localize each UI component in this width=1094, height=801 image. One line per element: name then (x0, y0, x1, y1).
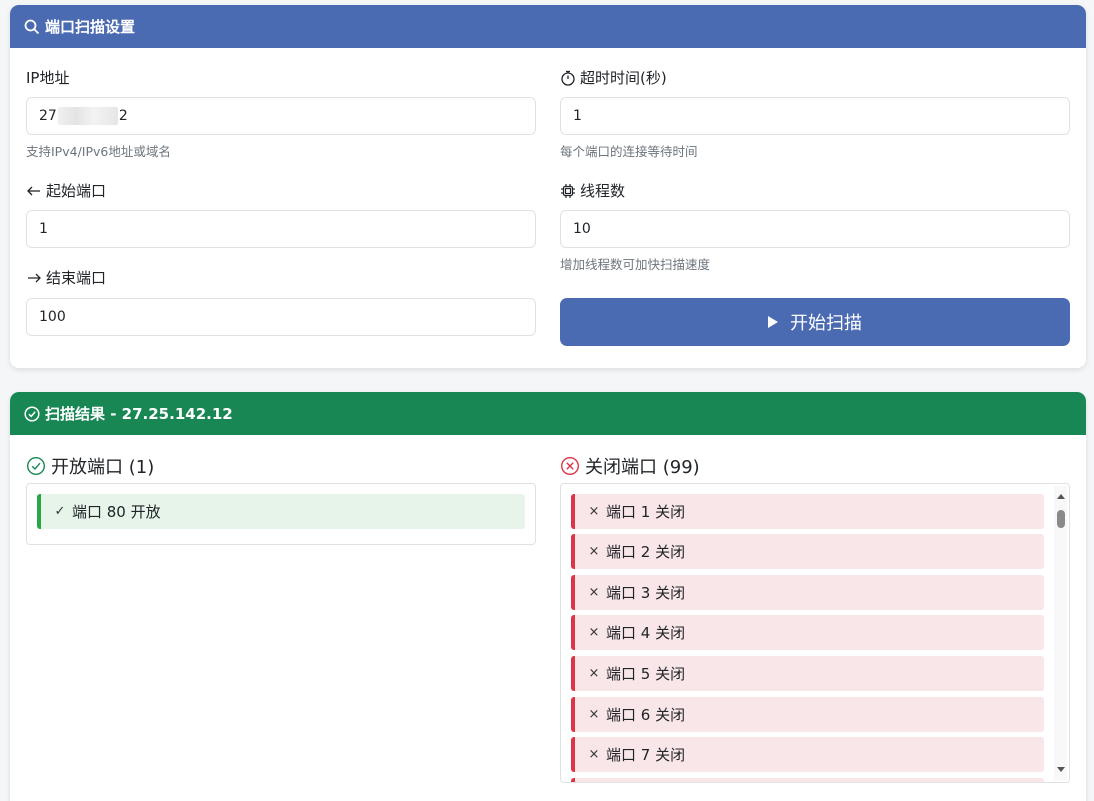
timeout-label-text: 超时时间(秒) (580, 69, 667, 87)
ip-value-suffix: 2 (118, 108, 128, 124)
results-title: 扫描结果 - 27.25.142.12 (45, 405, 233, 423)
x-icon: × (588, 747, 600, 762)
closed-port-item: × 端口 1 关闭 (571, 494, 1044, 529)
threads-value: 10 (573, 221, 591, 237)
x-icon: × (588, 544, 600, 559)
closed-port-item: × 端口 6 关闭 (571, 697, 1044, 732)
scroll-thumb[interactable] (1057, 510, 1065, 528)
results-header: 扫描结果 - 27.25.142.12 (10, 392, 1086, 435)
closed-port-item: × 端口 4 关闭 (571, 615, 1044, 650)
start-scan-button[interactable]: 开始扫描 (560, 298, 1070, 346)
closed-port-item-label: 端口 2 关闭 (606, 543, 686, 561)
open-ports-title: 开放端口 (1) (26, 453, 154, 479)
x-icon: × (588, 504, 600, 519)
closed-port-item: × 端口 2 关闭 (571, 534, 1044, 569)
cpu-icon (560, 183, 576, 199)
start-port-label-text: 起始端口 (46, 182, 107, 200)
closed-port-item-label: 端口 4 关闭 (606, 624, 686, 642)
threads-hint: 增加线程数可加快扫描速度 (560, 257, 711, 272)
scroll-down-arrow-icon[interactable] (1057, 767, 1065, 772)
ip-input[interactable]: 27 2 (26, 97, 536, 135)
x-icon: × (588, 625, 600, 640)
check-circle-icon (26, 456, 46, 476)
x-icon: × (588, 666, 600, 681)
open-port-item: ✓ 端口 80 开放 (37, 494, 525, 529)
closed-port-item-label: 端口 5 关闭 (606, 665, 686, 683)
closed-port-item-label: 端口 6 关闭 (606, 706, 686, 724)
closed-port-item-partial (571, 778, 1044, 782)
open-ports-title-text: 开放端口 (1) (51, 457, 155, 478)
settings-header: 端口扫描设置 (10, 5, 1086, 48)
timeout-label: 超时时间(秒) (560, 67, 667, 88)
start-port-label: 起始端口 (26, 180, 106, 201)
closed-ports-list[interactable]: × 端口 1 关闭 × 端口 2 关闭 × 端口 3 关闭 × 端口 4 关闭 … (560, 483, 1070, 783)
timeout-input[interactable]: 1 (560, 97, 1070, 135)
ip-label-text: IP地址 (26, 69, 70, 87)
start-port-value: 1 (39, 221, 48, 237)
start-port-input[interactable]: 1 (26, 210, 536, 248)
open-ports-list: ✓ 端口 80 开放 (26, 483, 536, 545)
closed-port-item: × 端口 5 关闭 (571, 656, 1044, 691)
x-circle-icon (560, 456, 580, 476)
ip-hint: 支持IPv4/IPv6地址或域名 (26, 144, 171, 159)
scroll-up-arrow-icon[interactable] (1057, 494, 1065, 499)
closed-port-item-label: 端口 3 关闭 (606, 584, 686, 602)
x-icon: × (588, 585, 600, 600)
check-icon: ✓ (54, 504, 66, 519)
timeout-hint: 每个端口的连接等待时间 (560, 144, 698, 159)
ip-label: IP地址 (26, 67, 69, 88)
start-scan-label: 开始扫描 (790, 313, 862, 334)
timeout-value: 1 (573, 108, 582, 124)
closed-port-item-label: 端口 7 关闭 (606, 746, 686, 764)
threads-input[interactable]: 10 (560, 210, 1070, 248)
closed-port-item: × 端口 7 关闭 (571, 737, 1044, 772)
end-port-value: 100 (39, 309, 66, 325)
search-icon (24, 19, 40, 35)
scan-results-card: 扫描结果 - 27.25.142.12 开放端口 (1) ✓ 端口 80 开放 … (10, 392, 1086, 801)
scan-settings-card: 端口扫描设置 IP地址 27 2 支持IPv4/IPv6地址或域名 超时时间(秒… (10, 5, 1086, 368)
threads-label: 线程数 (560, 180, 625, 201)
closed-port-item: × 端口 3 关闭 (571, 575, 1044, 610)
open-port-item-label: 端口 80 开放 (72, 503, 161, 521)
closed-list-scrollbar[interactable] (1054, 486, 1067, 780)
end-port-label: 结束端口 (26, 267, 106, 288)
threads-label-text: 线程数 (580, 182, 626, 200)
arrow-left-icon (26, 183, 42, 199)
closed-ports-title: 关闭端口 (99) (560, 453, 700, 479)
ip-redaction (57, 107, 118, 125)
settings-title: 端口扫描设置 (45, 18, 136, 36)
arrow-right-icon (26, 270, 42, 286)
check-circle-icon (24, 405, 40, 422)
ip-value-prefix: 27 (39, 108, 57, 124)
play-icon (768, 316, 778, 328)
end-port-label-text: 结束端口 (46, 269, 107, 287)
x-icon: × (588, 707, 600, 722)
end-port-input[interactable]: 100 (26, 298, 536, 336)
stopwatch-icon (560, 70, 576, 86)
closed-ports-title-text: 关闭端口 (99) (585, 457, 700, 478)
closed-port-item-label: 端口 1 关闭 (606, 503, 686, 521)
